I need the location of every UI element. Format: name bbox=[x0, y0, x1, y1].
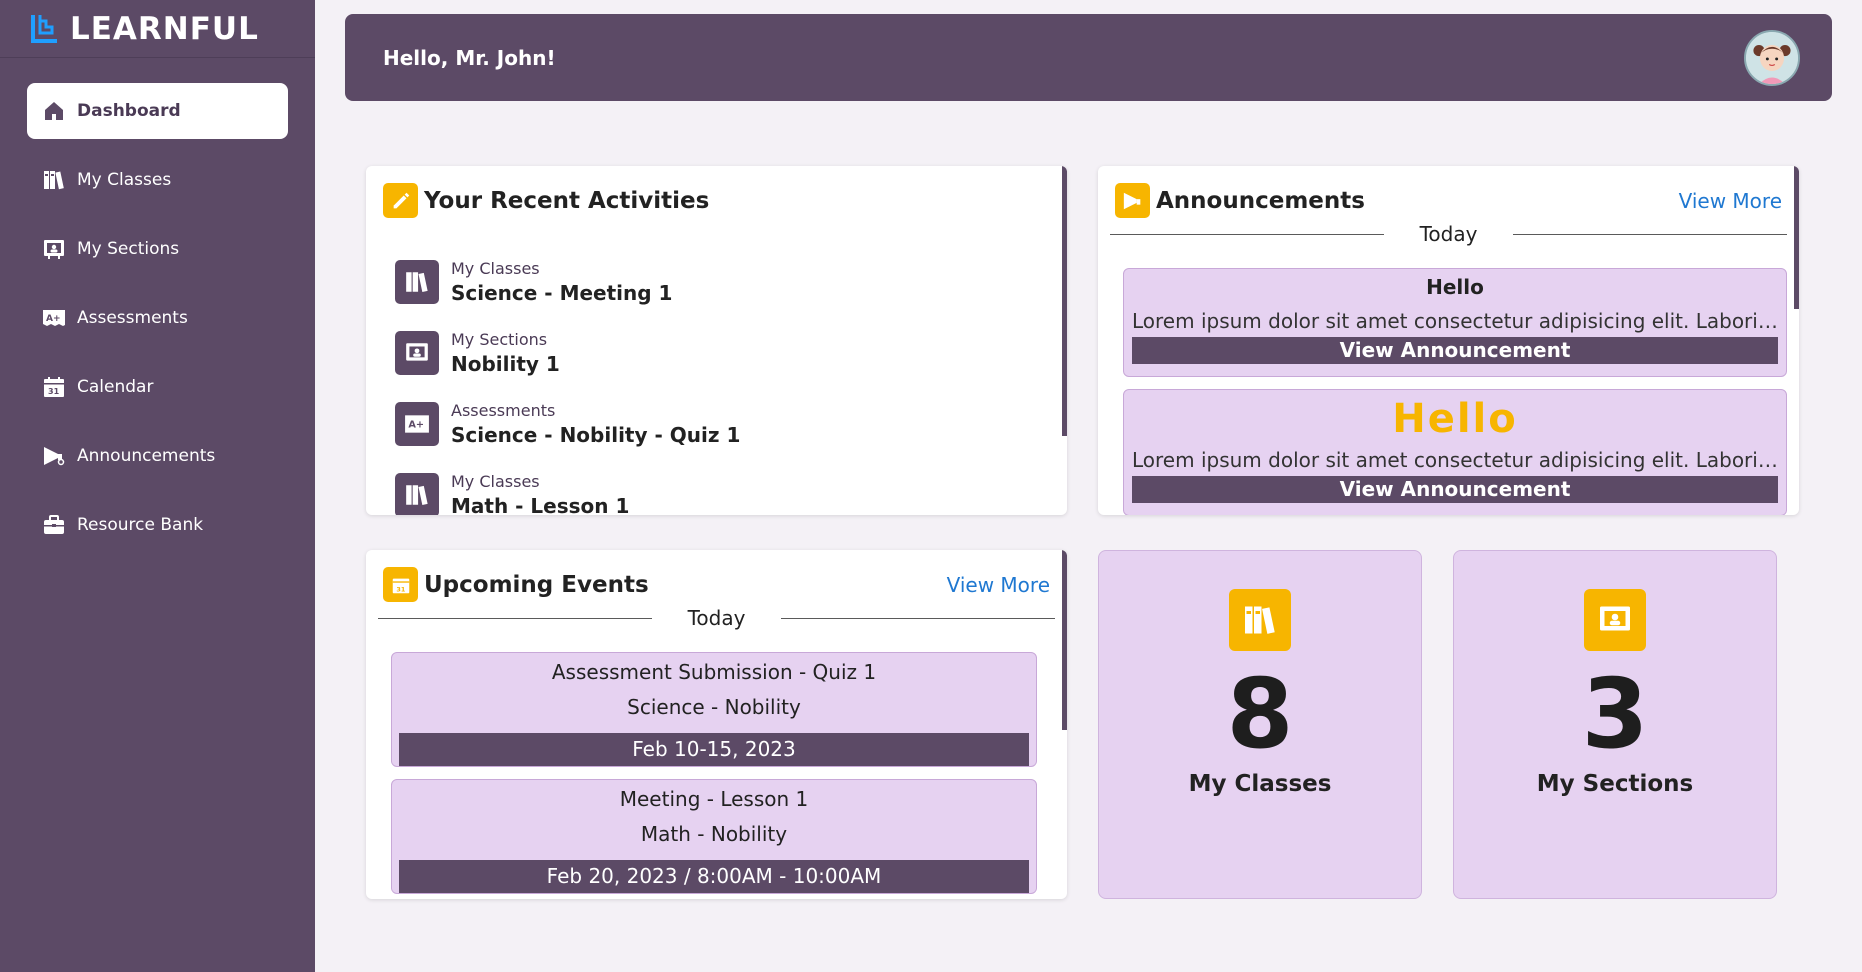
sidebar-item-assessments[interactable]: A+ Assessments bbox=[27, 290, 288, 346]
sidebar-item-my-classes[interactable]: My Classes bbox=[27, 152, 288, 208]
day-label: Today bbox=[687, 606, 746, 630]
grade-icon: A+ bbox=[395, 401, 439, 446]
announcement-title: Hello bbox=[1426, 275, 1484, 299]
announcements-day-divider: Today bbox=[1110, 222, 1787, 246]
activities-title: Your Recent Activities bbox=[424, 187, 710, 214]
my-sections-stat-card[interactable]: 3 My Sections bbox=[1453, 550, 1777, 899]
svg-text:31: 31 bbox=[48, 387, 60, 396]
avatar[interactable] bbox=[1744, 29, 1800, 86]
activity-title: Science - Nobility - Quiz 1 bbox=[451, 422, 741, 447]
home-icon bbox=[41, 98, 67, 124]
upcoming-events-card: 31 Upcoming Events View More Today Asses… bbox=[366, 550, 1067, 899]
announcements-title: Announcements bbox=[1156, 187, 1365, 214]
activity-category: Assessments bbox=[451, 400, 556, 420]
event-item[interactable]: Assessment Submission - Quiz 1 Science -… bbox=[391, 652, 1037, 767]
day-label: Today bbox=[1419, 222, 1478, 246]
activities-header: Your Recent Activities bbox=[366, 166, 1067, 218]
my-classes-count: 8 bbox=[1226, 658, 1294, 770]
top-header: Hello, Mr. John! bbox=[345, 14, 1832, 101]
svg-text:A+: A+ bbox=[408, 419, 424, 430]
sidebar-nav: Dashboard My Classes My Sections A+ Asse… bbox=[0, 83, 315, 553]
svg-text:A+: A+ bbox=[46, 314, 61, 324]
announcements-card: Announcements View More Today Hello Lore… bbox=[1098, 166, 1799, 515]
my-classes-stat-card[interactable]: 8 My Classes bbox=[1098, 550, 1422, 899]
events-view-more-link[interactable]: View More bbox=[947, 573, 1050, 597]
activity-category: My Sections bbox=[451, 329, 548, 349]
event-date: Feb 10-15, 2023 bbox=[399, 733, 1029, 766]
my-sections-count: 3 bbox=[1581, 658, 1649, 770]
activity-title: Math - Lesson 1 bbox=[451, 493, 630, 516]
svg-text:31: 31 bbox=[396, 585, 405, 593]
sidebar-item-label: Dashboard bbox=[77, 101, 181, 121]
activities-list: My Classes Science - Meeting 1 My Sectio… bbox=[366, 246, 1067, 515]
section-board-icon bbox=[41, 236, 67, 262]
books-icon bbox=[395, 472, 439, 515]
activity-item[interactable]: A+ Assessments Science - Nobility - Quiz… bbox=[395, 388, 1067, 459]
recent-activities-card: Your Recent Activities My Classes Scienc… bbox=[366, 166, 1067, 515]
books-icon bbox=[395, 259, 439, 304]
announcement-item: Hello Lorem ipsum dolor sit amet consect… bbox=[1123, 268, 1787, 377]
megaphone-icon bbox=[1115, 183, 1150, 218]
event-title: Assessment Submission - Quiz 1 bbox=[551, 660, 877, 684]
section-board-icon bbox=[395, 330, 439, 375]
sidebar-item-label: Assessments bbox=[77, 308, 188, 328]
announcements-view-more-link[interactable]: View More bbox=[1679, 189, 1782, 213]
calendar-icon: 31 bbox=[41, 374, 67, 400]
books-icon bbox=[41, 167, 67, 193]
my-classes-label: My Classes bbox=[1188, 771, 1332, 797]
event-date: Feb 20, 2023 / 8:00AM - 10:00AM bbox=[399, 860, 1029, 893]
girl-avatar-icon bbox=[1746, 31, 1798, 84]
brand[interactable]: LEARNFUL bbox=[0, 0, 315, 58]
my-sections-label: My Sections bbox=[1536, 771, 1694, 797]
sidebar-item-label: Resource Bank bbox=[77, 515, 204, 535]
announcement-title: Hello bbox=[1392, 396, 1518, 442]
sidebar: LEARNFUL Dashboard My Classes My Section… bbox=[0, 0, 315, 972]
events-scrollbar[interactable] bbox=[1062, 550, 1067, 730]
event-subtitle: Math - Nobility bbox=[640, 822, 788, 846]
megaphone-icon bbox=[41, 443, 67, 469]
sidebar-item-dashboard[interactable]: Dashboard bbox=[27, 83, 288, 139]
activity-title: Nobility 1 bbox=[451, 351, 560, 376]
activities-scrollbar[interactable] bbox=[1062, 166, 1067, 436]
learnful-logo-icon bbox=[30, 13, 60, 45]
announcement-body: Lorem ipsum dolor sit amet consectetur a… bbox=[1132, 309, 1778, 333]
books-icon bbox=[1229, 589, 1291, 651]
pencil-icon bbox=[383, 183, 418, 218]
event-subtitle: Science - Nobility bbox=[627, 695, 801, 719]
activity-item[interactable]: My Classes Math - Lesson 1 bbox=[395, 459, 1067, 515]
view-announcement-button[interactable]: View Announcement bbox=[1132, 476, 1778, 503]
event-title: Meeting - Lesson 1 bbox=[619, 787, 809, 811]
events-day-divider: Today bbox=[378, 606, 1055, 630]
view-announcement-button[interactable]: View Announcement bbox=[1132, 337, 1778, 364]
sidebar-item-resource-bank[interactable]: Resource Bank bbox=[27, 497, 288, 553]
announcements-header: Announcements View More bbox=[1098, 166, 1799, 218]
briefcase-icon bbox=[41, 512, 67, 538]
sidebar-item-announcements[interactable]: Announcements bbox=[27, 428, 288, 484]
event-item[interactable]: Meeting - Lesson 1 Math - Nobility Feb 2… bbox=[391, 779, 1037, 894]
sidebar-item-calendar[interactable]: 31 Calendar bbox=[27, 359, 288, 415]
sidebar-item-label: Announcements bbox=[77, 446, 216, 466]
sidebar-item-label: Calendar bbox=[77, 377, 154, 397]
announcements-scrollbar[interactable] bbox=[1794, 166, 1799, 309]
sidebar-item-my-sections[interactable]: My Sections bbox=[27, 221, 288, 277]
section-board-icon bbox=[1584, 589, 1646, 651]
events-title: Upcoming Events bbox=[424, 571, 649, 598]
grade-icon: A+ bbox=[41, 305, 67, 331]
activity-category: My Classes bbox=[451, 471, 540, 491]
sidebar-item-label: My Classes bbox=[77, 170, 172, 190]
sidebar-item-label: My Sections bbox=[77, 239, 180, 259]
announcement-item: Hello Lorem ipsum dolor sit amet consect… bbox=[1123, 389, 1787, 515]
calendar-icon: 31 bbox=[383, 567, 418, 602]
activity-title: Science - Meeting 1 bbox=[451, 280, 673, 305]
activity-category: My Classes bbox=[451, 258, 540, 278]
events-header: 31 Upcoming Events View More bbox=[366, 550, 1067, 602]
activity-item[interactable]: My Classes Science - Meeting 1 bbox=[395, 246, 1067, 317]
brand-name: LEARNFUL bbox=[70, 10, 259, 47]
announcement-body: Lorem ipsum dolor sit amet consectetur a… bbox=[1132, 448, 1778, 472]
greeting-text: Hello, Mr. John! bbox=[383, 45, 556, 70]
activity-item[interactable]: My Sections Nobility 1 bbox=[395, 317, 1067, 388]
